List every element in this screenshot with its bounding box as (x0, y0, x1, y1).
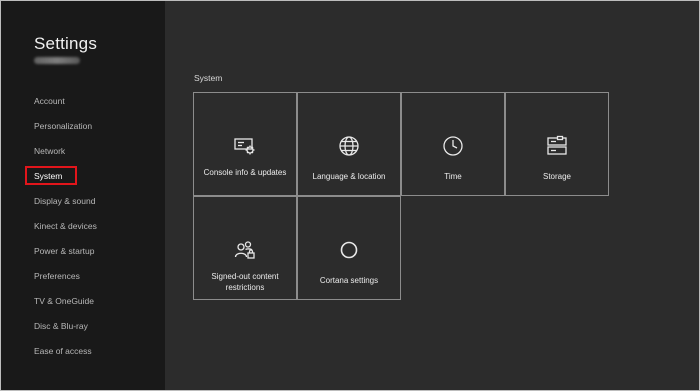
time-tile[interactable]: Time (401, 92, 505, 196)
sidebar-item-kinect-devices[interactable]: Kinect & devices (1, 214, 165, 239)
selection-highlight (25, 166, 77, 185)
tile-label: Console info & updates (203, 168, 287, 177)
sidebar-item-label: Disc & Blu-ray (34, 321, 88, 331)
sidebar-item-ease-of-access[interactable]: Ease of access (1, 339, 165, 364)
page-title: Settings (34, 34, 98, 53)
cortana-icon (298, 237, 400, 263)
system-tile-grid: Console info & updates Language & locati… (193, 92, 610, 301)
sidebar-item-label: Ease of access (34, 346, 92, 356)
clock-icon (402, 133, 504, 159)
sidebar-item-display-sound[interactable]: Display & sound (1, 189, 165, 214)
sidebar-item-tv-oneguide[interactable]: TV & OneGuide (1, 289, 165, 314)
storage-icon (506, 133, 608, 159)
sidebar-item-personalization[interactable]: Personalization (1, 114, 165, 139)
tile-label: Storage (542, 172, 572, 181)
sidebar-item-label: TV & OneGuide (34, 296, 95, 306)
globe-icon (298, 133, 400, 159)
console-info-tile[interactable]: Console info & updates (193, 92, 297, 196)
settings-window: Settings Account Personalization Network… (0, 0, 700, 391)
sidebar-item-label: Account (34, 96, 65, 106)
tile-label: Language & location (312, 172, 386, 181)
sidebar-item-system[interactable]: System (1, 164, 165, 189)
console-info-icon (194, 133, 296, 159)
signed-out-restrictions-tile[interactable]: Signed-out content restrictions (193, 196, 297, 300)
sidebar-item-label: Personalization (34, 121, 93, 131)
sidebar-nav: Account Personalization Network System D… (1, 89, 165, 364)
storage-tile[interactable]: Storage (505, 92, 609, 196)
sidebar-item-label: Preferences (34, 271, 80, 281)
restricted-users-icon (194, 237, 296, 263)
sidebar-item-disc-bluray[interactable]: Disc & Blu-ray (1, 314, 165, 339)
sidebar-item-network[interactable]: Network (1, 139, 165, 164)
sidebar-item-account[interactable]: Account (1, 89, 165, 114)
sidebar-item-label: Power & startup (34, 246, 95, 256)
sidebar-item-label: Kinect & devices (34, 221, 97, 231)
sidebar-item-power-startup[interactable]: Power & startup (1, 239, 165, 264)
sidebar: Settings Account Personalization Network… (1, 1, 165, 390)
cortana-settings-tile[interactable]: Cortana settings (297, 196, 401, 300)
sidebar-item-label: Network (34, 146, 66, 156)
tile-label: Signed-out content restrictions (211, 272, 279, 292)
section-title: System (194, 73, 223, 83)
sidebar-item-label: Display & sound (34, 196, 96, 206)
sidebar-item-preferences[interactable]: Preferences (1, 264, 165, 289)
blurred-gamertag (34, 57, 80, 64)
tile-label: Cortana settings (319, 276, 379, 285)
tile-label: Time (444, 172, 462, 181)
language-location-tile[interactable]: Language & location (297, 92, 401, 196)
